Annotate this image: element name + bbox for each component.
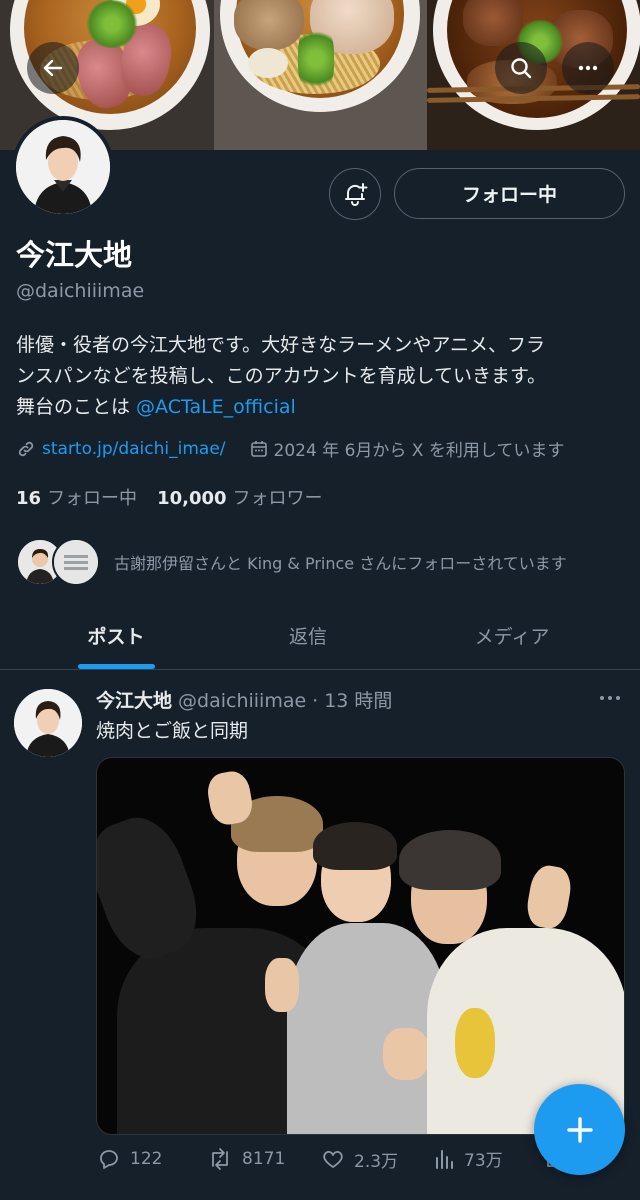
post-author-name[interactable]: 今江大地 [96, 686, 172, 713]
plus-icon [566, 1116, 593, 1143]
views-action[interactable]: 73万 [434, 1146, 503, 1171]
banner-ramen-photo-2 [214, 0, 427, 150]
post-text: 焼肉とご飯と同期 [96, 720, 249, 742]
compose-post-button[interactable] [534, 1084, 625, 1175]
follower-avatar-logo [52, 538, 100, 586]
link-icon [18, 441, 34, 456]
bell-plus-icon [345, 183, 368, 206]
repost-count: 8171 [242, 1149, 286, 1169]
profile-meta: starto.jp/daichi_imae/ 2024 年 6月から X を利用… [16, 436, 564, 461]
active-tab-indicator [78, 664, 155, 669]
more-horizontal-icon [600, 696, 620, 700]
follow-counts: 16 フォロー中 10,000 フォロワー [16, 484, 323, 510]
followers-label: フォロワー [232, 488, 323, 509]
tab-posts[interactable]: ポスト [38, 600, 194, 670]
post-author-avatar[interactable] [14, 689, 82, 757]
following-stat[interactable]: 16 フォロー中 [16, 484, 137, 510]
profile-tabs: ポスト 返信 メディア [0, 600, 640, 670]
followers-stat[interactable]: 10,000 フォロワー [157, 484, 322, 510]
bio-line: 舞台のことは @ACTaLE_official [16, 392, 628, 423]
followers-count: 10,000 [157, 488, 227, 509]
post-photo[interactable] [96, 757, 625, 1135]
profile-bio: 俳優・役者の今江大地です。大好きなラーメンやアニメ、フラ ンスパンなどを投稿し、… [16, 330, 628, 423]
user-handle: @daichiiimae [16, 280, 145, 302]
photo-figure [313, 822, 397, 870]
search-button[interactable] [495, 42, 547, 94]
display-name: 今江大地 [16, 238, 133, 272]
post-separator: · [312, 690, 319, 712]
bio-line-text: 舞台のことは [16, 396, 137, 418]
repost-action[interactable]: 8171 [206, 1146, 285, 1172]
tab-media[interactable]: メディア [434, 600, 590, 670]
notification-bell-button[interactable] [329, 168, 381, 220]
photo-figure [287, 923, 447, 1134]
website-link[interactable]: starto.jp/daichi_imae/ [42, 439, 226, 459]
search-icon [511, 58, 532, 79]
photo-figure [399, 830, 501, 890]
reply-icon [100, 1150, 118, 1169]
post-more-button[interactable] [598, 688, 622, 713]
tab-replies[interactable]: 返信 [230, 600, 386, 670]
calendar-icon [250, 440, 267, 457]
bio-line: ンスパンなどを投稿し、このアカウントを育成していきます。 [16, 365, 547, 387]
post-time[interactable]: 13 時間 [324, 686, 392, 713]
reply-count: 122 [130, 1149, 163, 1169]
like-count: 2.3万 [354, 1151, 399, 1172]
post-header: 今江大地 @daichiiimae · 13 時間 [96, 686, 392, 713]
followed-by-row[interactable]: 古謝那伊留さんと King & Prince さんにフォローされています [16, 538, 567, 586]
view-count: 73万 [464, 1151, 503, 1171]
back-button[interactable] [27, 42, 79, 94]
joined-date: 2024 年 6月から X を利用しています [273, 441, 565, 461]
more-button[interactable] [562, 42, 614, 94]
following-count: 16 [16, 488, 42, 509]
photo-figure [455, 1008, 495, 1078]
bio-line: 俳優・役者の今江大地です。大好きなラーメンやアニメ、フラ [16, 334, 545, 356]
like-action[interactable]: 2.3万 [320, 1146, 398, 1172]
photo-figure [383, 1028, 429, 1080]
followed-by-text: 古謝那伊留さんと King & Prince さんにフォローされています [114, 554, 567, 573]
photo-figure [523, 862, 575, 932]
profile-avatar[interactable] [12, 116, 114, 218]
bio-mention-link[interactable]: @ACTaLE_official [136, 396, 296, 418]
post-author-handle: @daichiiimae [178, 690, 307, 712]
views-icon [436, 1149, 453, 1169]
repost-icon [212, 1148, 228, 1170]
following-button[interactable]: フォロー中 [394, 168, 625, 219]
following-label: フォロー中 [47, 488, 138, 509]
photo-figure [265, 958, 299, 1012]
more-horizontal-icon [578, 65, 598, 71]
heart-icon [323, 1150, 343, 1168]
reply-action[interactable]: 122 [96, 1146, 162, 1172]
arrow-left-icon [43, 59, 63, 77]
